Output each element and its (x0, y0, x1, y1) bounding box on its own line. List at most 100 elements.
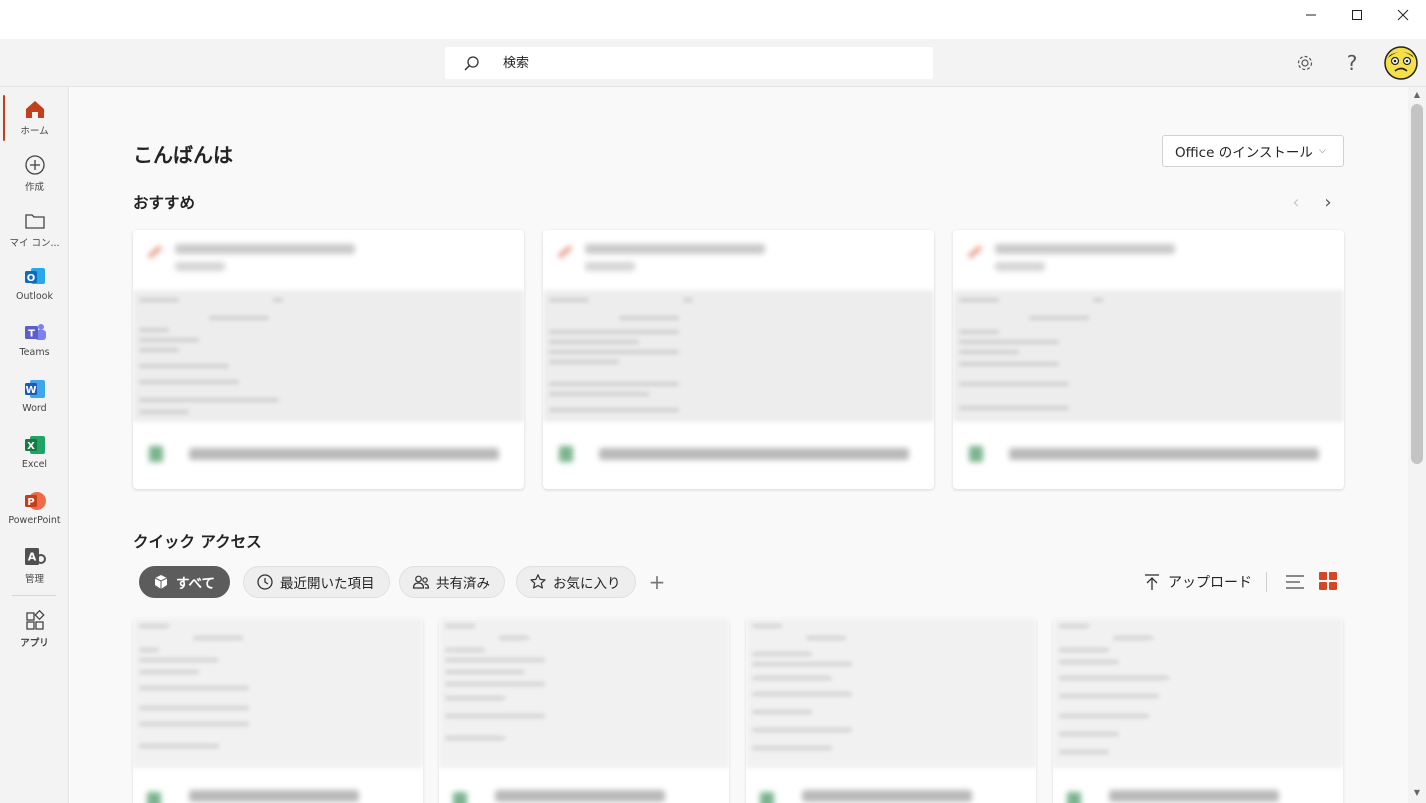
file-card[interactable] (746, 618, 1036, 803)
file-name-blurred (133, 768, 423, 803)
maximize-button[interactable] (1334, 0, 1380, 30)
rail-label: 作成 (24, 182, 44, 193)
rail-item-teams[interactable]: T Teams (0, 315, 69, 371)
excel-icon: X (23, 433, 47, 457)
filter-all[interactable]: すべて (139, 566, 231, 598)
filter-recent[interactable]: 最近開いた項目 (243, 566, 390, 598)
list-view-icon (1286, 575, 1304, 589)
apps-icon (23, 609, 47, 633)
rail-item-excel[interactable]: X Excel (0, 427, 69, 483)
search-box[interactable] (445, 47, 933, 79)
recommended-title: おすすめ (133, 194, 196, 212)
document-thumbnail (133, 618, 423, 768)
upload-icon (1144, 573, 1160, 591)
close-icon (1397, 9, 1409, 21)
quick-access-title: クイック アクセス (133, 533, 262, 551)
teams-icon: T (23, 321, 47, 345)
plus-circle-icon (23, 153, 47, 177)
rail-divider (12, 595, 56, 596)
chevron-right-icon: › (1324, 191, 1332, 213)
rail-item-home[interactable]: ホーム (0, 91, 69, 147)
filter-shared[interactable]: 共有済み (399, 566, 505, 598)
toolbar-divider (1266, 572, 1267, 592)
scroll-up-arrow-icon[interactable]: ▲ (1410, 90, 1424, 102)
list-view-button[interactable] (1285, 572, 1305, 592)
powerpoint-icon: P (23, 489, 47, 513)
greeting-title: こんばんは (133, 143, 233, 167)
plus-icon: + (648, 570, 666, 594)
teams-letter: T (28, 329, 35, 340)
rail-item-my-content[interactable]: マイ コン... (0, 203, 69, 259)
document-thumbnail (1053, 618, 1343, 768)
install-office-label: Office のインストール (1175, 145, 1313, 161)
maximize-icon (1352, 10, 1362, 20)
card-filename-blurred (133, 422, 524, 489)
outlook-letter: O (26, 273, 35, 284)
add-filter-button[interactable]: + (647, 570, 667, 594)
recommended-card[interactable] (133, 230, 524, 489)
file-card[interactable] (1053, 618, 1343, 803)
grid-view-button[interactable] (1319, 572, 1337, 590)
filter-label: 共有済み (436, 576, 490, 592)
grid-view-icon (1329, 582, 1337, 590)
file-card[interactable] (439, 618, 729, 803)
document-thumbnail (746, 618, 1036, 768)
cube-icon (152, 573, 170, 591)
document-thumbnail (953, 290, 1344, 422)
rail-item-outlook[interactable]: O Outlook (0, 259, 69, 315)
excel-letter: X (27, 441, 35, 452)
title-bar (0, 0, 1426, 39)
grid-view-icon (1329, 572, 1337, 580)
star-icon (529, 573, 547, 591)
filter-label: お気に入り (553, 576, 621, 592)
avatar[interactable] (1384, 46, 1418, 80)
rail-label: ホーム (20, 126, 49, 137)
scroll-down-arrow-icon[interactable]: ▼ (1410, 788, 1424, 800)
rail-item-admin[interactable]: A 管理 (0, 539, 69, 595)
rail-label: 管理 (24, 574, 44, 585)
minimize-icon (1306, 14, 1316, 16)
card-activity-blurred (133, 230, 524, 290)
chevron-left-icon: ‹ (1292, 191, 1300, 213)
card-filename-blurred (953, 422, 1344, 489)
rail-item-apps[interactable]: アプリ (0, 603, 69, 659)
grid-view-icon (1319, 572, 1327, 580)
card-activity-blurred (543, 230, 934, 290)
rail-label: Word (22, 403, 47, 414)
file-card[interactable] (133, 618, 423, 803)
document-thumbnail (133, 290, 524, 422)
search-input[interactable] (503, 53, 903, 73)
rail-label: PowerPoint (8, 515, 61, 526)
search-icon (463, 55, 481, 77)
settings-button[interactable] (1293, 51, 1317, 75)
rail-label: Teams (19, 347, 50, 358)
left-rail: ホーム 作成 マイ コン... O Outlook T Teams W Word… (0, 87, 69, 803)
file-name-blurred (439, 768, 729, 803)
close-button[interactable] (1380, 0, 1426, 30)
scrollbar-thumb[interactable] (1411, 104, 1423, 464)
rail-label: マイ コン... (9, 238, 60, 249)
main-content: こんばんは Office のインストール ⌵ おすすめ ‹ › クイック アクセ… (70, 87, 1408, 803)
filter-favorites[interactable]: お気に入り (516, 566, 636, 598)
document-thumbnail (543, 290, 934, 422)
word-icon: W (23, 377, 47, 401)
rail-item-create[interactable]: 作成 (0, 147, 69, 203)
upload-button[interactable]: アップロード (1144, 570, 1252, 594)
outlook-icon: O (23, 265, 47, 289)
clock-icon (256, 573, 274, 591)
carousel-prev-button[interactable]: ‹ (1284, 190, 1308, 214)
recommended-card[interactable] (543, 230, 934, 489)
minimize-button[interactable] (1288, 0, 1334, 30)
recommended-card[interactable] (953, 230, 1344, 489)
card-activity-blurred (953, 230, 1344, 290)
help-button[interactable]: ? (1340, 51, 1364, 75)
rail-label: Outlook (16, 291, 53, 302)
install-office-button[interactable]: Office のインストール ⌵ (1162, 135, 1344, 167)
rail-item-powerpoint[interactable]: P PowerPoint (0, 483, 69, 539)
carousel-next-button[interactable]: › (1316, 190, 1340, 214)
document-thumbnail (439, 618, 729, 768)
rail-item-word[interactable]: W Word (0, 371, 69, 427)
home-icon (23, 97, 47, 121)
people-icon (412, 573, 430, 591)
upload-label: アップロード (1168, 575, 1252, 591)
